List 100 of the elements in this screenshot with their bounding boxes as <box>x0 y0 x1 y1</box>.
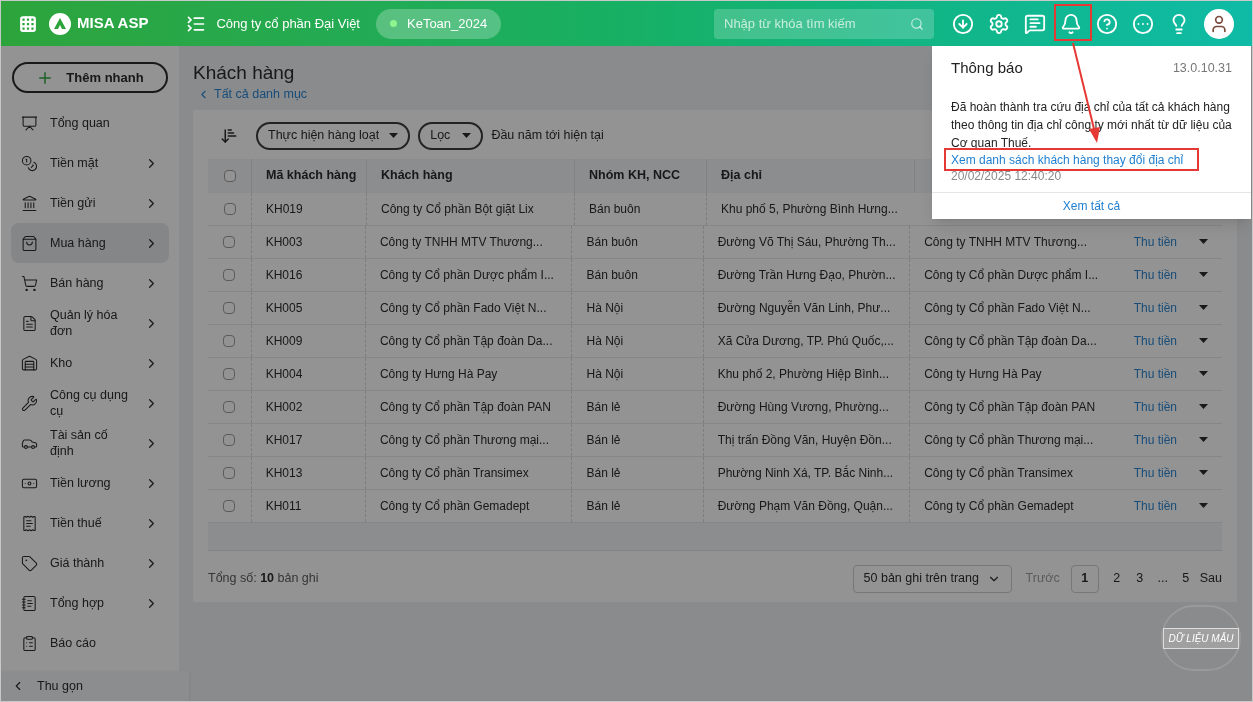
table-cell-text: Phường Ninh Xá, TP. Bắc Ninh... <box>717 464 894 482</box>
filter-button[interactable]: Lọc <box>418 121 484 150</box>
page-size-select[interactable]: 50 bản ghi trên trang <box>852 564 1012 593</box>
collect-payment-link[interactable]: Thu tiền <box>1133 331 1177 350</box>
table-cell-text: Công ty Cổ phần Fado Việt N... <box>379 299 547 317</box>
row-checkbox[interactable] <box>223 466 236 479</box>
table-cell-text: Công ty Cổ phần Gemadept <box>379 497 530 515</box>
caret-icon <box>1199 338 1208 344</box>
tag-icon <box>21 554 38 572</box>
table-cell-text: Hà Nội <box>586 299 624 317</box>
table-cell-text: Bán buôn <box>586 233 638 251</box>
page-number[interactable]: ... <box>1152 564 1173 593</box>
row-checkbox[interactable] <box>223 235 236 248</box>
sidebar-item[interactable]: Kho <box>11 343 169 383</box>
collect-payment-link[interactable]: Thu tiền <box>1133 298 1177 317</box>
table-cell-text: Công ty Cổ phần Dược phẩm I... <box>924 266 1099 284</box>
table-cell-text: Công ty Cổ phần Tập đoàn Da... <box>924 332 1097 350</box>
table-cell-text: Bán buôn <box>586 266 638 284</box>
select-all-checkbox[interactable] <box>223 169 236 182</box>
table-cell-text: KH017 <box>265 431 303 449</box>
sidebar-item[interactable]: Tiền mặt <box>11 143 169 183</box>
caret-icon <box>1199 305 1208 311</box>
table-cell-text: KH011 <box>265 497 302 515</box>
highlight-frame <box>1054 4 1092 41</box>
page-number[interactable]: 1 <box>1070 564 1099 593</box>
sidebar-item[interactable]: Tổng hợp <box>11 583 169 623</box>
company-name[interactable]: Công ty cổ phần Đại Việt <box>216 13 360 34</box>
row-checkbox[interactable] <box>223 433 236 446</box>
collect-payment-link[interactable]: Thu tiền <box>1133 232 1177 251</box>
table-cell-text: Công ty Cổ phần Bột giặt Lix <box>381 200 534 218</box>
view-all-link[interactable]: Xem tất cả <box>1062 196 1121 215</box>
sidebar-item[interactable]: Tiền lương <box>11 463 169 503</box>
row-checkbox[interactable] <box>223 301 236 314</box>
logo-text: MISA ASP <box>77 13 149 34</box>
caret-icon <box>1199 272 1208 278</box>
collect-payment-link[interactable]: Thu tiền <box>1133 265 1177 284</box>
collapse-bar[interactable]: Thu gọn <box>1 671 189 701</box>
next-page[interactable]: Sau <box>1199 569 1222 589</box>
help-icon[interactable] <box>1096 12 1118 35</box>
table-cell-text: KH002 <box>265 398 303 416</box>
table-cell-text: Hà Nội <box>586 332 624 350</box>
report-icon <box>21 634 38 652</box>
collect-payment-link[interactable]: Thu tiền <box>1133 463 1177 482</box>
sidebar-item[interactable]: Bán hàng <box>11 263 169 303</box>
app-grid-icon[interactable] <box>19 14 37 33</box>
row-checkbox[interactable] <box>223 400 236 413</box>
collect-payment-link[interactable]: Thu tiền <box>1133 430 1177 449</box>
sample-data-stamp: DỮ LIỆU MẪU <box>1161 605 1241 671</box>
collect-payment-link[interactable]: Thu tiền <box>1133 364 1177 383</box>
table-cell-text: Công ty Hưng Hà Pay <box>379 365 498 383</box>
table-cell-text: Đường Võ Thị Sáu, Phường Th... <box>717 233 896 251</box>
sidebar-item[interactable]: Công cụ dụng cụ <box>11 383 169 423</box>
notification-icon[interactable] <box>1060 12 1082 35</box>
table-cell-text: Công ty Cổ phần Dược phẩm I... <box>379 266 554 284</box>
menu-toggle-icon[interactable] <box>186 13 207 34</box>
page-number[interactable]: 5 <box>1175 564 1196 593</box>
sidebar-item[interactable]: Tiền gửi <box>11 183 169 223</box>
wrench-icon <box>21 394 38 412</box>
sidebar-item[interactable]: Quản lý hóa đơn <box>11 303 169 343</box>
sidebar-item[interactable]: Tiền thuế <box>11 503 169 543</box>
collect-payment-link[interactable]: Thu tiền <box>1133 397 1177 416</box>
column-header: Địa chỉ <box>721 167 762 185</box>
table-cell-text: Công ty Hưng Hà Pay <box>924 365 1042 383</box>
column-header: Mã khách hàng <box>266 167 357 185</box>
avatar[interactable] <box>1204 8 1234 39</box>
table-cell-text: Bán lẻ <box>586 398 621 416</box>
table-cell-text: Công ty Cổ phần Thương mại... <box>379 431 550 449</box>
page-number[interactable]: 2 <box>1106 564 1127 593</box>
settings-icon[interactable] <box>988 12 1010 35</box>
row-checkbox[interactable] <box>223 367 236 380</box>
table-cell-text: Công ty Cổ phần Tập đoàn PAN <box>379 398 551 416</box>
download-icon[interactable] <box>952 12 974 35</box>
caret-icon <box>1199 503 1208 509</box>
table-cell-text: Công ty TNHH MTV Thương... <box>924 233 1087 251</box>
batch-action-button[interactable]: Thực hiện hàng loạt <box>256 121 411 150</box>
table-cell-text: Công ty Cổ phần Thương mại... <box>924 431 1094 449</box>
caret-icon <box>1199 437 1208 443</box>
table-cell-text: Bán buôn <box>589 200 641 218</box>
presentation-icon <box>21 114 38 132</box>
row-checkbox[interactable] <box>223 334 236 347</box>
page-number[interactable]: 3 <box>1129 564 1150 593</box>
more-icon[interactable] <box>1132 12 1154 35</box>
row-checkbox[interactable] <box>223 202 236 215</box>
table-cell-text: KH019 <box>266 200 303 218</box>
sidebar-item[interactable]: Mua hàng <box>11 223 169 263</box>
quick-add-button[interactable]: Thêm nhanh <box>12 62 168 93</box>
collect-payment-link[interactable]: Thu tiền <box>1133 496 1177 515</box>
sidebar-item[interactable]: Giá thành <box>11 543 169 583</box>
caret-icon <box>1199 371 1208 377</box>
sort-icon[interactable] <box>220 126 238 145</box>
popup-title: Thông báo <box>951 58 1023 78</box>
chat-icon[interactable] <box>1024 12 1046 35</box>
sidebar-item[interactable]: Tài sản cố định <box>11 423 169 463</box>
table-cell-text: Công ty Cổ phần Tập đoàn PAN <box>924 398 1096 416</box>
sidebar-item[interactable]: Tổng quan <box>11 103 169 143</box>
row-checkbox[interactable] <box>223 268 236 281</box>
caret-icon <box>1199 239 1208 245</box>
row-checkbox[interactable] <box>223 499 236 512</box>
sidebar-item[interactable]: Báo cáo <box>11 623 169 663</box>
table-cell-text: KH013 <box>265 464 303 482</box>
